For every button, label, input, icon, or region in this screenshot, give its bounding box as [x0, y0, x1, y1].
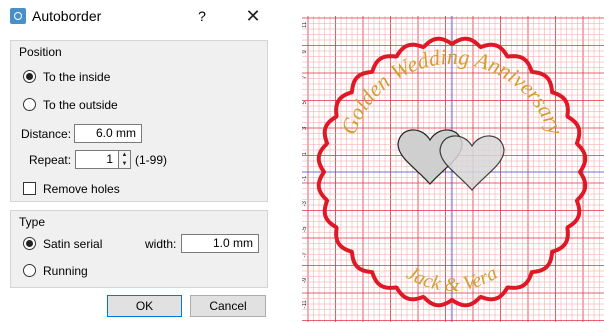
ruler-label: 5 [302, 101, 308, 105]
type-group: Type Satin serial width: 1.0 mm Running [10, 210, 268, 288]
spin-up-icon[interactable]: ▲ [119, 151, 130, 160]
repeat-range-label: (1-99) [135, 153, 168, 167]
satin-serial-radio[interactable] [23, 237, 36, 250]
ruler-label: -7 [302, 252, 308, 258]
ruler-label: 3 [302, 126, 308, 130]
ruler-label: -11 [302, 300, 308, 309]
inside-radio[interactable] [23, 70, 36, 83]
ruler-label: -1 [302, 175, 308, 181]
help-button[interactable]: ? [190, 5, 214, 27]
spin-down-icon[interactable]: ▼ [119, 160, 130, 169]
ruler-label: 7 [302, 75, 308, 79]
repeat-spinner[interactable]: ▲ ▼ [119, 150, 131, 169]
position-group: Position To the inside To the outside Di… [10, 40, 268, 202]
ruler-label: 9 [302, 50, 308, 54]
autoborder-dialog: Autoborder ? ✕ Position To the inside To… [0, 0, 276, 322]
width-label: width: [145, 237, 177, 251]
repeat-field[interactable]: 1 [75, 150, 119, 169]
outside-radio-label[interactable]: To the outside [43, 98, 118, 112]
width-field[interactable]: 1.0 mm [181, 234, 259, 253]
position-group-title: Position [19, 45, 62, 59]
close-button[interactable]: ✕ [240, 5, 266, 27]
ok-button[interactable]: OK [107, 295, 182, 317]
remove-holes-checkbox[interactable] [23, 182, 36, 195]
dialog-titlebar[interactable]: Autoborder ? ✕ [0, 0, 276, 32]
distance-field[interactable]: 6.0 mm [74, 124, 142, 143]
running-label[interactable]: Running [43, 264, 88, 278]
remove-holes-label[interactable]: Remove holes [43, 182, 120, 196]
ruler-label: -5 [302, 226, 308, 232]
ruler-label: -9 [302, 277, 308, 283]
ruler-label: 1 [302, 152, 308, 156]
dialog-title: Autoborder [32, 8, 102, 24]
inside-radio-label[interactable]: To the inside [43, 70, 110, 84]
design-preview: 1197531-1-3-5-7-9-11 Golden Wedding Anni… [302, 16, 604, 322]
repeat-label: Repeat: [29, 153, 72, 167]
autoborder-app-icon [10, 8, 26, 24]
running-radio[interactable] [23, 264, 36, 277]
satin-serial-label[interactable]: Satin serial [43, 237, 102, 251]
cancel-button[interactable]: Cancel [190, 295, 266, 317]
distance-label: Distance: [21, 127, 72, 141]
ruler-label: 11 [302, 21, 308, 28]
outside-radio[interactable] [23, 98, 36, 111]
embroidery-canvas[interactable]: 11 9 7 5 3 1 -1 -3 -5 -7 -9 -11 Golden Wedding Anni… [302, 16, 604, 322]
ruler-label: -3 [302, 201, 308, 207]
type-group-title: Type [19, 215, 46, 229]
